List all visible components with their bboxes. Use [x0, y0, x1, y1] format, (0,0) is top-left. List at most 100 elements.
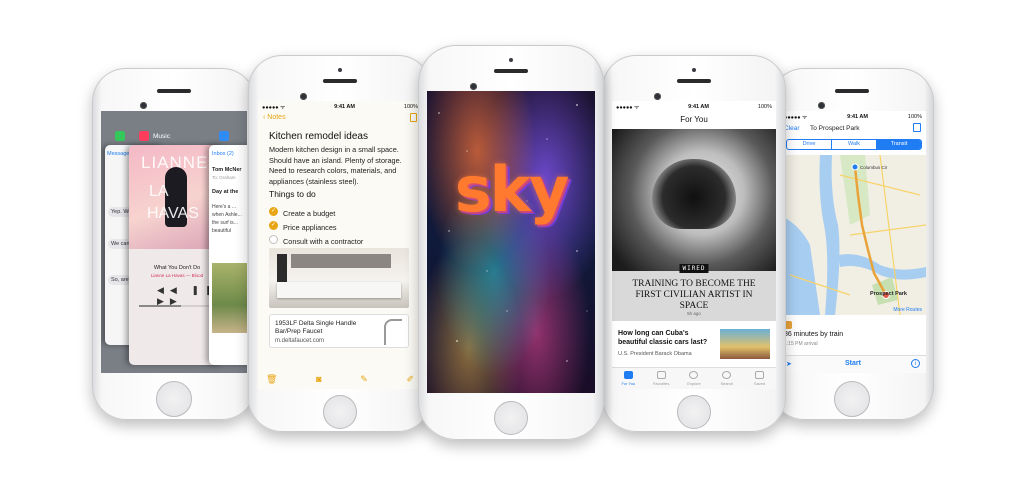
destination-label: To Prospect Park — [810, 125, 860, 132]
proximity-sensor — [692, 68, 696, 72]
favorites-icon — [656, 371, 666, 379]
notes-back-button[interactable]: ‹ Notes — [263, 114, 286, 121]
for-you-icon — [623, 371, 633, 379]
tab-explore[interactable]: Explore — [681, 371, 707, 386]
speaker — [323, 79, 357, 83]
home-button[interactable] — [323, 395, 357, 429]
front-camera — [300, 93, 307, 100]
battery-level: 100% — [757, 103, 772, 110]
story-thumbnail — [720, 329, 770, 359]
eta-arrival: 1:15 PM arrival — [784, 341, 818, 347]
story-source: U.S. President Barack Obama — [618, 351, 692, 357]
map-label-destination: Prospect Park — [870, 291, 907, 297]
speaker — [677, 79, 711, 83]
hero-age: 5h ago — [687, 311, 701, 316]
note-title: Kitchen remodel ideas — [269, 131, 368, 142]
map-label-origin: Columbus Cir — [860, 165, 888, 170]
battery-level: 100% — [403, 103, 418, 110]
info-icon[interactable]: i — [911, 359, 920, 368]
wired-logo: WIRED — [679, 264, 709, 273]
home-button[interactable] — [494, 401, 528, 435]
status-time: 9:41 AM — [847, 113, 868, 120]
mail-to: To: Graham — [212, 175, 236, 180]
link-card[interactable]: 1953LF Delta Single Handle Bar/Prep Fauc… — [269, 314, 409, 348]
front-camera — [140, 102, 147, 109]
mode-drive[interactable]: Drive — [787, 140, 832, 149]
phone-maps: ●●●●● ᯤ 9:41 AM 100% Clear To Prospect Par… — [770, 68, 934, 420]
tab-label: Search — [720, 381, 734, 386]
start-button[interactable]: Start — [780, 360, 926, 367]
todo-item[interactable]: Consult with a contractor — [269, 231, 363, 249]
link-url: m.deltafaucet.com — [275, 338, 325, 344]
phone-news: ●●●●● ᯤ 9:41 AM 100% For You WIRED TRAININ… — [602, 55, 786, 432]
eta-label: 36 minutes by train — [784, 331, 844, 338]
mail-app-icon — [219, 131, 229, 141]
tab-favorites[interactable]: Favorites — [648, 371, 674, 386]
tab-search[interactable]: Search — [714, 371, 740, 386]
mail-card[interactable]: Inbox (2) Tom McNer To: Graham Day at th… — [209, 145, 247, 365]
kitchen-photo — [269, 248, 409, 308]
checked-icon[interactable]: ✓ — [269, 207, 278, 217]
unchecked-icon[interactable] — [269, 235, 278, 245]
mode-walk[interactable]: Walk — [832, 140, 877, 149]
tab-saved[interactable]: Saved — [747, 371, 773, 386]
notes-screen: ●●●●● ᯤ 9:41 AM 100% ‹ Notes Kitchen remod… — [258, 101, 422, 389]
helmet-visor — [652, 159, 736, 229]
battery-level: 100% — [907, 113, 922, 120]
tab-label: Explore — [687, 381, 701, 386]
tab-label: Saved — [753, 381, 766, 386]
carrier-dots: ●●●●● ᯤ — [262, 104, 286, 111]
speaker — [157, 89, 191, 93]
messages-app-icon — [115, 131, 125, 141]
notes-toolbar: 🗑 ◙ ✎ ✐ — [258, 371, 422, 389]
phone-sky: sky — [418, 45, 604, 440]
front-camera — [654, 93, 661, 100]
sketch-icon[interactable]: ✎ — [360, 374, 368, 386]
todo-text: Consult with a contractor — [283, 237, 364, 246]
music-app-label: Music — [153, 133, 170, 140]
home-button[interactable] — [834, 381, 870, 417]
mail-sender: Tom McNer — [212, 167, 242, 173]
mail-snippet: Here's a ... when Ashle... the surf is..… — [212, 204, 242, 234]
proximity-sensor — [509, 58, 513, 62]
music-app-icon — [139, 131, 149, 141]
compass-icon — [689, 371, 699, 379]
more-routes-link[interactable]: More Routes — [893, 307, 922, 313]
carrier-dots: ●●●●● ᯤ — [616, 104, 640, 111]
status-time: 9:41 AM — [334, 103, 355, 110]
phone-app-switcher: Messages Yep. We're We can So, are LIANN… — [92, 68, 256, 420]
home-button[interactable] — [677, 395, 711, 429]
status-time: 9:41 AM — [688, 103, 709, 110]
trash-icon[interactable]: 🗑 — [266, 374, 277, 386]
search-icon — [722, 371, 732, 379]
bottom-bar: ➤ Start i — [780, 355, 926, 373]
maps-screen: ●●●●● ᯤ 9:41 AM 100% Clear To Prospect Par… — [780, 111, 926, 373]
volume-slider[interactable] — [139, 305, 215, 307]
nebula-stars — [438, 104, 588, 362]
mail-subject: Day at the — [212, 189, 239, 195]
sky-screen: sky — [427, 91, 595, 393]
mode-transit[interactable]: Transit — [877, 140, 921, 149]
story-title[interactable]: How long can Cuba's beautiful classic ca… — [618, 329, 716, 347]
compose-icon[interactable]: ✐ — [406, 374, 414, 386]
mail-photo — [212, 263, 247, 333]
clear-button[interactable]: Clear — [784, 125, 800, 132]
share-icon[interactable] — [410, 113, 417, 122]
news-title: For You — [680, 115, 708, 124]
home-button[interactable] — [156, 381, 192, 417]
hero-headline[interactable]: TRAINING TO BECOME THE FIRST CIVILIAN AR… — [620, 279, 768, 312]
proximity-sensor — [338, 68, 342, 72]
camera-icon[interactable]: ◙ — [316, 374, 321, 386]
map-view[interactable]: Columbus Cir Prospect Park More Routes — [780, 155, 926, 315]
speaker — [494, 69, 528, 73]
notes-back-label: Notes — [267, 114, 286, 121]
news-tab-bar: For You Favorites Explore Search Saved — [612, 367, 776, 389]
inbox-label: Inbox (2) — [212, 151, 234, 157]
share-icon[interactable] — [913, 123, 921, 132]
tab-for-you[interactable]: For You — [615, 371, 641, 386]
front-camera — [470, 83, 477, 90]
speaker — [835, 89, 869, 93]
faucet-thumbnail — [384, 319, 402, 345]
transport-mode-control[interactable]: Drive Walk Transit — [786, 139, 922, 150]
checked-icon[interactable]: ✓ — [269, 221, 278, 231]
